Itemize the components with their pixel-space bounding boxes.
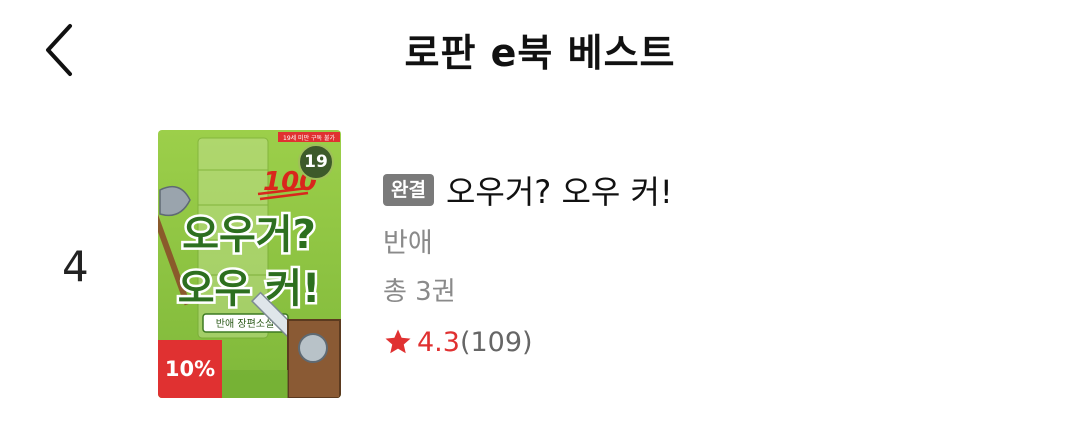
rating-value: 4.3 — [417, 326, 460, 358]
book-info: 완결 오우거? 오우 커! 반애 총 3권 4.3 (109) — [383, 168, 1023, 362]
rating: 4.3 (109) — [383, 322, 1023, 362]
book-cover[interactable]: 19세 미만 구독 불가 100 오우거? 오우 커! 반애 장편소설 19 1… — [158, 130, 341, 398]
star-icon — [383, 327, 413, 357]
cover-top-banner: 19세 미만 구독 불가 — [283, 134, 335, 142]
cover-subtitle: 반애 장편소설 — [216, 318, 274, 330]
review-count: (109) — [459, 326, 533, 358]
cover-title-line1: 오우거? — [182, 212, 316, 258]
book-list-item[interactable]: 4 19세 미만 구독 불가 100 오우거? 오우 커! 반애 장편소설 19… — [0, 120, 1080, 410]
status-badge: 완결 — [383, 174, 434, 206]
page-title: 로판 e북 베스트 — [404, 31, 676, 75]
header-bar: 로판 e북 베스트 — [0, 0, 1080, 98]
page: 로판 e북 베스트 4 19세 미만 구독 불가 100 오우거? 오우 커! … — [0, 0, 1080, 427]
book-title[interactable]: 오우거? 오우 커! — [446, 167, 673, 213]
volume-count: 총 3권 — [383, 277, 456, 307]
discount-badge: 10% — [158, 340, 222, 398]
rank-number: 4 — [62, 242, 89, 291]
adult-only-badge: 19 — [298, 144, 334, 180]
author-name[interactable]: 반애 — [383, 224, 1023, 264]
title-line[interactable]: 완결 오우거? 오우 커! — [383, 168, 1023, 212]
cover-title-line2: 오우 커! — [178, 266, 321, 312]
